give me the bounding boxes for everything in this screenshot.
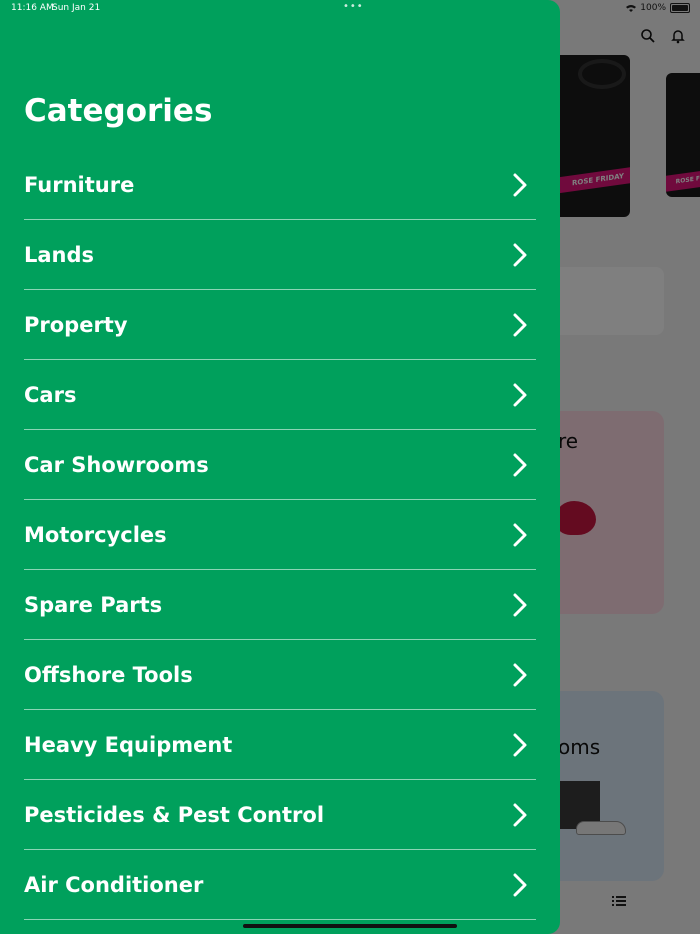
category-item-offshore-tools[interactable]: Offshore Tools (24, 640, 536, 710)
status-bar: 11:16 AM Sun Jan 21 ••• 100% (0, 0, 700, 18)
status-time: 11:16 AM (11, 3, 54, 13)
drawer-title: Categories (24, 93, 213, 129)
chevron-right-icon (513, 243, 527, 266)
category-item-spare-parts[interactable]: Spare Parts (24, 570, 536, 640)
chevron-right-icon (513, 663, 527, 686)
chevron-right-icon (513, 383, 527, 406)
multitask-dots[interactable]: ••• (343, 1, 364, 12)
category-item-furniture[interactable]: Furniture (24, 150, 536, 220)
chevron-right-icon (513, 173, 527, 196)
status-right-group: 100% (626, 3, 690, 13)
category-label: Furniture (24, 172, 135, 197)
category-label: Spare Parts (24, 592, 163, 617)
chevron-right-icon (513, 733, 527, 756)
wifi-icon (626, 5, 637, 12)
category-label: Motorcycles (24, 522, 167, 547)
category-label: Car Showrooms (24, 452, 209, 477)
category-item-motorcycles[interactable]: Motorcycles (24, 500, 536, 570)
category-item-air-conditioner[interactable]: Air Conditioner (24, 850, 536, 920)
chevron-right-icon (513, 593, 527, 616)
category-label: Air Conditioner (24, 872, 204, 897)
chevron-right-icon (513, 453, 527, 476)
home-indicator[interactable] (243, 924, 457, 928)
category-label: Offshore Tools (24, 662, 193, 687)
category-label: Lands (24, 242, 95, 267)
status-date: Sun Jan 21 (52, 3, 101, 13)
category-label: Pesticides & Pest Control (24, 802, 325, 827)
category-label: Heavy Equipment (24, 732, 233, 757)
category-item-property[interactable]: Property (24, 290, 536, 360)
chevron-right-icon (513, 873, 527, 896)
category-label: Cars (24, 382, 77, 407)
category-item-heavy-equipment[interactable]: Heavy Equipment (24, 710, 536, 780)
category-item-car-showrooms[interactable]: Car Showrooms (24, 430, 536, 500)
battery-percent: 100% (640, 3, 666, 13)
chevron-right-icon (513, 313, 527, 336)
category-item-lands[interactable]: Lands (24, 220, 536, 290)
battery-icon (670, 3, 690, 13)
chevron-right-icon (513, 523, 527, 546)
categories-drawer: Categories Furniture Lands Property Cars… (0, 0, 560, 934)
chevron-right-icon (513, 803, 527, 826)
category-list: Furniture Lands Property Cars Car Showro… (0, 150, 560, 920)
category-label: Property (24, 312, 128, 337)
category-item-cars[interactable]: Cars (24, 360, 536, 430)
category-item-pesticides[interactable]: Pesticides & Pest Control (24, 780, 536, 850)
